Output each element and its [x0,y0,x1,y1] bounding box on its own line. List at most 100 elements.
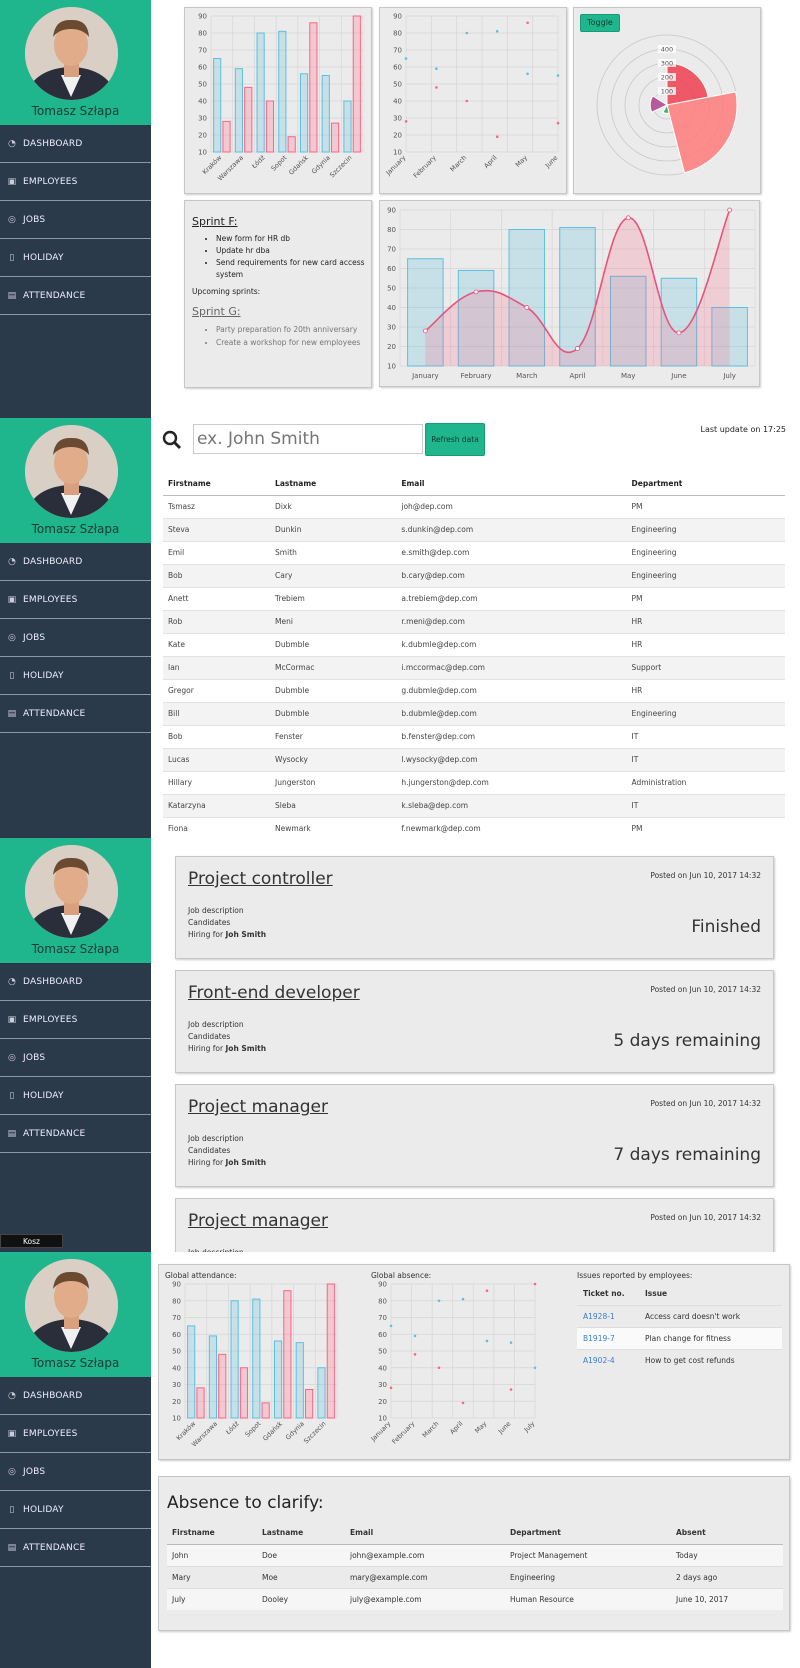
scatter-point[interactable] [526,21,529,25]
sidebar-item-attendance[interactable]: ▤ ATTENDANCE [0,1529,151,1567]
ticket-link[interactable]: B1919-7 [577,1326,639,1349]
bar[interactable] [278,30,287,153]
sidebar-item-dashboard[interactable]: ◔ DASHBOARD [0,125,151,163]
scatter-point[interactable] [556,74,560,77]
bar[interactable] [213,58,222,153]
table-row[interactable]: John Doe john@example.com Project Managemen… [167,1543,783,1566]
table-row[interactable]: Fiona Newmark f.newmark@dep.com PM [163,816,785,838]
scatter-point[interactable] [485,1289,489,1292]
ticket-link[interactable]: A1928-1 [577,1304,639,1327]
candidates-link[interactable]: Candidates [188,1145,266,1157]
column-header[interactable]: Department [626,472,785,496]
bar[interactable] [331,122,340,153]
job-card[interactable]: Project manager Posted on Jun 10, 2017 14… [175,1084,774,1187]
scatter-point[interactable] [495,135,499,138]
scatter-point[interactable] [404,57,408,60]
job-title[interactable]: Project manager [188,1097,328,1117]
scatter-point[interactable] [389,1324,393,1328]
scatter-point[interactable] [461,1401,465,1405]
bar[interactable] [234,68,243,153]
column-header[interactable]: Email [396,472,627,496]
refresh-data-button[interactable]: Refresh data [425,423,485,456]
bar[interactable] [187,1325,196,1419]
scatter-point[interactable] [533,1282,537,1286]
scatter-point[interactable] [556,121,560,125]
table-row[interactable]: A1928-1 Access card doesn't work [577,1304,782,1327]
bar[interactable] [230,1300,239,1419]
sidebar-item-dashboard[interactable]: ◔ DASHBOARD [0,543,151,581]
table-row[interactable]: A1902-4 How to get cost refunds [577,1348,782,1371]
bar[interactable] [222,120,231,153]
scatter-point[interactable] [389,1386,393,1390]
table-row[interactable]: Tsmasz Dixk joh@dep.com PM [163,494,785,518]
bar[interactable] [305,1389,314,1419]
scatter-point[interactable] [435,67,438,70]
sidebar-item-holiday[interactable]: ▯ HOLIDAY [0,1077,151,1115]
scatter-point[interactable] [533,1366,537,1370]
bar[interactable] [252,1298,261,1419]
sidebar-item-attendance[interactable]: ▤ ATTENDANCE [0,1115,151,1153]
table-row[interactable]: Katarzyna Sleba k.sleba@dep.com IT [163,793,785,817]
bar[interactable] [287,136,296,153]
scatter-point[interactable] [404,120,408,123]
bar[interactable] [352,15,361,153]
bar[interactable] [261,1402,270,1419]
sidebar-item-dashboard[interactable]: ◔ DASHBOARD [0,963,151,1001]
scatter-point[interactable] [413,1353,417,1356]
table-row[interactable]: Rob Meni r.meni@dep.com HR [163,609,785,633]
sidebar-item-employees[interactable]: ▣ EMPLOYEES [0,163,151,201]
sidebar-item-attendance[interactable]: ▤ ATTENDANCE [0,695,151,733]
avatar[interactable] [25,845,118,938]
table-row[interactable]: Mary Moe mary@example.com Engineering 2 days… [167,1565,783,1588]
scatter-point[interactable] [526,72,529,76]
table-row[interactable]: Bill Dubmble b.dubmle@dep.com Engineering [163,701,785,725]
table-row[interactable]: Gregor Dubmble g.dubmle@dep.com HR [163,678,785,702]
sidebar-item-holiday[interactable]: ▯ HOLIDAY [0,239,151,277]
ticket-link[interactable]: A1902-4 [577,1348,639,1371]
line-point[interactable] [524,305,530,310]
search-icon[interactable] [162,430,182,450]
bar[interactable] [208,1335,217,1419]
bar[interactable] [321,75,330,153]
bar[interactable] [273,1340,283,1419]
job-card[interactable]: Front-end developer Posted on Jun 10, 201… [175,970,774,1073]
bar[interactable] [295,1342,304,1419]
avatar[interactable] [25,7,118,100]
line-point[interactable] [625,215,631,221]
table-row[interactable]: Bob Fenster b.fenster@dep.com IT [163,724,785,748]
toggle-button[interactable]: Toggle [580,14,620,32]
scatter-point[interactable] [509,1388,513,1391]
scatter-point[interactable] [485,1339,489,1343]
line-point[interactable] [473,289,479,295]
table-row[interactable]: Steva Dunkin s.dunkin@dep.com Engineering [163,517,785,541]
bar[interactable] [299,73,309,153]
candidates-link[interactable]: Candidates [188,1031,266,1043]
table-row[interactable]: Anett Trebiem a.trebiem@dep.com PM [163,586,785,610]
job-title[interactable]: Project manager [188,1211,328,1231]
bar[interactable] [326,1283,335,1419]
avatar[interactable] [25,425,118,518]
job-description-link[interactable]: Job description [188,905,266,917]
scatter-point[interactable] [465,31,469,35]
job-description-link[interactable]: Job description [188,1133,266,1145]
scatter-point[interactable] [465,99,469,103]
column-header[interactable]: Firstname [163,472,271,496]
table-row[interactable]: B1919-7 Plan change for fitness [577,1326,782,1349]
sidebar-item-holiday[interactable]: ▯ HOLIDAY [0,657,151,695]
bar[interactable] [239,1367,249,1419]
line-point[interactable] [575,346,580,351]
column-header[interactable]: Lastname [270,472,397,496]
job-card[interactable]: Project controller Posted on Jun 10, 2017… [175,856,774,959]
job-title[interactable]: Project controller [188,869,333,889]
search-input[interactable] [193,424,423,454]
table-row[interactable]: Ian McCormac i.mccormac@dep.com Support [163,655,785,679]
scatter-point[interactable] [413,1334,417,1338]
job-title[interactable]: Front-end developer [188,983,360,1003]
sidebar-item-dashboard[interactable]: ◔ DASHBOARD [0,1377,151,1415]
table-row[interactable]: Emil Smith e.smith@dep.com Engineering [163,540,785,564]
bar[interactable] [265,100,275,153]
bar[interactable] [244,86,253,153]
sidebar-item-employees[interactable]: ▣ EMPLOYEES [0,1001,151,1039]
bar[interactable] [317,1367,326,1419]
bar[interactable] [283,1290,292,1419]
